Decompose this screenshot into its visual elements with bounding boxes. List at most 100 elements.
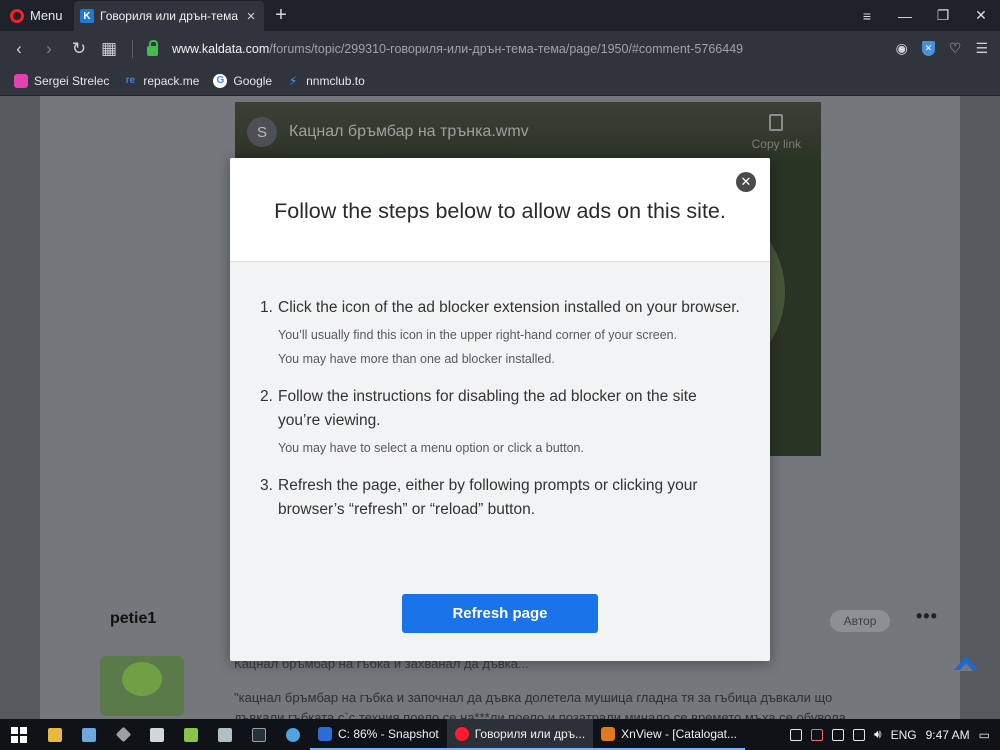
xnview-app-icon (601, 726, 616, 741)
refresh-page-button[interactable]: Refresh page (402, 594, 598, 633)
post-text-line: дъвкали гъбката с`с техния поело се на**… (234, 710, 846, 719)
allow-ads-modal: Follow the steps below to allow ads on t… (230, 158, 770, 661)
bookmark-label: Sergei Strelec (34, 73, 110, 88)
kaldata-favicon-icon: K (80, 9, 94, 23)
address-bar-icons: ◉ ✕ ♡ ☰ (896, 40, 1000, 57)
language-indicator[interactable]: ENG (891, 728, 917, 742)
copy-icon (769, 114, 784, 131)
bookmark-label: repack.me (143, 73, 200, 88)
battery-icon[interactable] (853, 728, 866, 741)
bookmark-sergei-strelec[interactable]: Sergei Strelec (14, 73, 110, 88)
instruction-step-3: 3. Refresh the page, either by following… (260, 474, 740, 522)
tab-title: Говориля или дрън-тема (100, 9, 238, 23)
windows-logo-icon (11, 726, 27, 743)
notepad-icon[interactable] (72, 719, 106, 750)
documents-icon[interactable] (208, 719, 242, 750)
heart-bookmark-icon[interactable]: ♡ (949, 40, 962, 57)
url-path: /forums/topic/299310-говориля-или-дрън-т… (269, 41, 744, 56)
repack-re-icon: re (125, 75, 136, 86)
menu-label: Menu (30, 8, 63, 23)
post-more-options-icon[interactable]: ••• (916, 606, 938, 627)
url-host: www.kaldata.com (172, 41, 270, 56)
task-label: XnView - [Catalogat... (621, 726, 737, 741)
step-subtext: You may have more than one ad blocker in… (278, 352, 555, 366)
modal-close-icon[interactable]: ✕ (736, 172, 756, 192)
window-controls: ≡ — ❐ ✕ (848, 0, 1000, 31)
adblock-shield-icon[interactable]: ✕ (921, 41, 935, 56)
modal-header: Follow the steps below to allow ads on t… (230, 158, 770, 262)
scroll-to-top-chevron-icon[interactable] (954, 656, 978, 671)
taskbar-task-snapshot[interactable]: C: 86% - Snapshot (310, 719, 447, 750)
bookmark-label: nnmclub.to (306, 73, 365, 88)
post-username[interactable]: petie1 (110, 610, 156, 628)
step-subtext: You’ll usually find this icon in the upp… (278, 328, 678, 342)
instruction-step-1: 1. Click the icon of the ad blocker exte… (260, 296, 740, 371)
instruction-step-2: 2. Follow the instructions for disabling… (260, 385, 740, 460)
browser-tab-active[interactable]: K Говориля или дрън-тема × (74, 1, 264, 31)
step-number: 1. (260, 299, 273, 316)
copy-link-button[interactable]: Copy link (752, 114, 801, 151)
close-window-icon[interactable]: ✕ (962, 7, 1000, 24)
windows-taskbar: C: 86% - Snapshot Говориля или дръ... Xn… (0, 719, 1000, 750)
command-prompt-icon[interactable] (242, 719, 276, 750)
opera-app-icon (454, 726, 469, 741)
back-arrow-icon[interactable]: ‹ (4, 39, 34, 59)
opera-menu-button[interactable]: Menu (0, 0, 73, 31)
user-avatar[interactable] (100, 656, 184, 716)
nnm-icon: ⚡ (288, 73, 298, 88)
step-text: Click the icon of the ad blocker extensi… (278, 299, 740, 316)
step-number: 2. (260, 388, 273, 405)
media-player-icon[interactable] (276, 719, 310, 750)
modal-title: Follow the steps below to allow ads on t… (274, 199, 726, 223)
snapshot-app-icon (318, 726, 332, 741)
system-tray: 🔊︎ ENG 9:47 AM ▭ (790, 727, 1000, 742)
minimize-icon[interactable]: — (886, 8, 924, 24)
google-g-icon: G (213, 73, 228, 88)
notes-icon[interactable] (174, 719, 208, 750)
snapshot-camera-icon[interactable]: ◉ (896, 40, 908, 57)
step-text: Refresh the page, either by following pr… (278, 477, 698, 518)
easy-setup-icon[interactable]: ☰ (975, 40, 988, 57)
bookmark-label: Google (233, 73, 273, 88)
color-icon[interactable] (811, 728, 824, 741)
usb-icon[interactable] (832, 728, 845, 741)
restore-icon[interactable]: ❐ (924, 7, 962, 24)
network-icon[interactable] (790, 728, 803, 741)
task-label: Говориля или дръ... (474, 726, 586, 741)
bookmark-nnmclub[interactable]: ⚡ nnmclub.to (286, 74, 365, 88)
copy-link-label: Copy link (751, 137, 801, 151)
reload-icon[interactable]: ↻ (64, 39, 94, 59)
address-separator (132, 39, 133, 58)
url-field[interactable]: www.kaldata.com/forums/topic/299310-гово… (172, 42, 896, 56)
pink-square-icon (14, 73, 28, 88)
taskbar-task-opera[interactable]: Говориля или дръ... (446, 719, 594, 750)
computer-icon[interactable] (140, 719, 174, 750)
volume-icon[interactable]: 🔊︎ (874, 727, 882, 742)
step-text: Follow the instructions for disabling th… (278, 388, 697, 429)
address-bar: ‹ › ↻ ▦ www.kaldata.com/forums/topic/299… (0, 31, 1000, 66)
video-title[interactable]: Кацнал бръмбар на трънка.wmv (289, 123, 529, 141)
video-channel-avatar[interactable]: S (247, 117, 277, 147)
post-text-line: "кацнал бръмбар на гъбка и започнал да д… (234, 690, 833, 705)
tab-close-icon[interactable]: × (244, 8, 258, 25)
video-header: S Кацнал бръмбар на трънка.wmv (235, 102, 821, 162)
taskbar-task-xnview[interactable]: XnView - [Catalogat... (593, 719, 745, 750)
bookmarks-bar: Sergei Strelec re repack.me G Google ⚡ n… (0, 66, 1000, 96)
instruction-steps: 1. Click the icon of the ad blocker exte… (260, 296, 740, 536)
speed-dial-grid-icon[interactable]: ▦ (94, 39, 124, 59)
start-button[interactable] (0, 719, 38, 750)
opera-logo-icon (10, 8, 24, 23)
tab-menu-icon[interactable]: ≡ (848, 8, 886, 24)
notifications-icon[interactable]: ▭ (979, 728, 990, 742)
browser-tab-bar: Menu K Говориля или дрън-тема × + ≡ — ❐ … (0, 0, 1000, 31)
clock[interactable]: 9:47 AM (926, 728, 970, 742)
forward-arrow-icon[interactable]: › (34, 39, 64, 59)
bookmark-google[interactable]: G Google (213, 73, 273, 88)
file-explorer-icon[interactable] (38, 719, 72, 750)
settings-tool-icon[interactable] (106, 719, 140, 750)
bookmark-repack-me[interactable]: re repack.me (123, 73, 200, 88)
new-tab-plus-icon[interactable]: + (271, 4, 291, 27)
step-number: 3. (260, 477, 273, 494)
author-badge: Автор (830, 610, 890, 632)
secure-lock-icon[interactable] (147, 39, 158, 56)
